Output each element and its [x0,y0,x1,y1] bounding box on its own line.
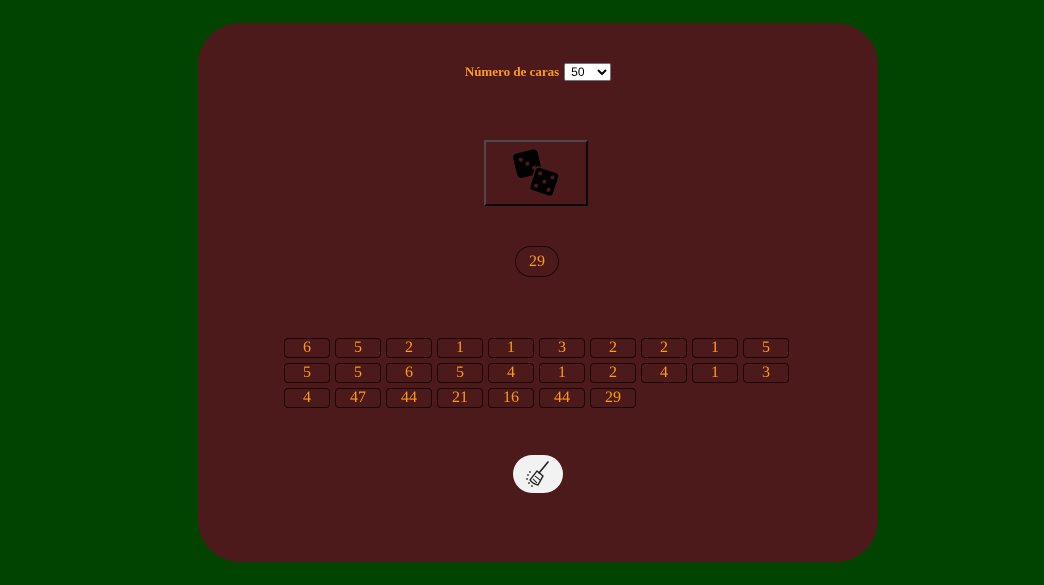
clear-history-button[interactable] [513,455,563,493]
history-item: 3 [539,338,585,358]
history-item: 1 [437,338,483,358]
history-item: 1 [539,363,585,383]
history-item: 6 [284,338,330,358]
roll-result: 29 [515,246,559,277]
roll-history: 6 5 2 1 1 3 2 2 1 5 5 5 6 5 4 1 2 4 1 3 4 47 44 21 16 44 29 [284,338,804,408]
history-item: 2 [386,338,432,358]
history-item: 2 [590,363,636,383]
faces-label: Número de caras [464,64,560,79]
faces-control-row: Número de caras 50 [198,63,878,81]
history-item: 1 [692,363,738,383]
dice-panel: Número de caras 50 29 6521 1 3 2 2 1 5 5… [198,23,878,562]
history-item: 6 [386,363,432,383]
history-item: 5 [437,363,483,383]
history-item: 21 [437,388,483,408]
history-item: 5 [284,363,330,383]
history-item: 2 [590,338,636,358]
history-item: 5 [743,338,789,358]
history-item: 16 [488,388,534,408]
history-item: 4 [284,388,330,408]
dice-icon [513,149,560,198]
roll-dice-button[interactable] [484,140,588,206]
history-item: 44 [386,388,432,408]
history-item: 2 [641,338,687,358]
history-item: 1 [488,338,534,358]
history-item: 4 [488,363,534,383]
faces-select[interactable]: 50 [564,63,612,81]
history-item: 1 [692,338,738,358]
history-item: 44 [539,388,585,408]
history-item: 4 [641,363,687,383]
broom-icon [526,461,549,487]
history-item: 29 [590,388,636,408]
history-item: 5 [335,363,381,383]
history-item: 47 [335,388,381,408]
history-item: 5 [335,338,381,358]
history-item: 3 [743,363,789,383]
